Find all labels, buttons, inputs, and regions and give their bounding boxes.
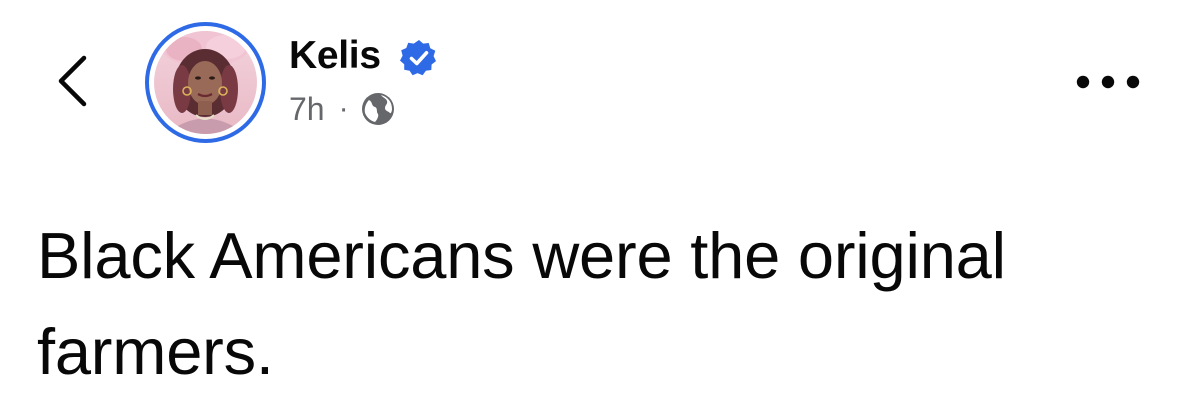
post-meta: 7h · xyxy=(289,89,395,129)
avatar[interactable] xyxy=(145,22,266,143)
avatar-photo xyxy=(154,31,257,134)
verified-badge-icon xyxy=(400,40,436,76)
more-horizontal-icon xyxy=(1076,75,1140,89)
more-options-button[interactable] xyxy=(1068,60,1148,104)
chevron-left-icon xyxy=(58,55,87,107)
back-button[interactable] xyxy=(44,52,100,110)
globe-icon xyxy=(361,93,394,125)
meta-separator: · xyxy=(338,92,349,125)
author-name[interactable]: Kelis xyxy=(289,32,381,80)
post-time[interactable]: 7h xyxy=(289,89,325,129)
post-text: Black Americans were the original farmer… xyxy=(37,219,1006,388)
